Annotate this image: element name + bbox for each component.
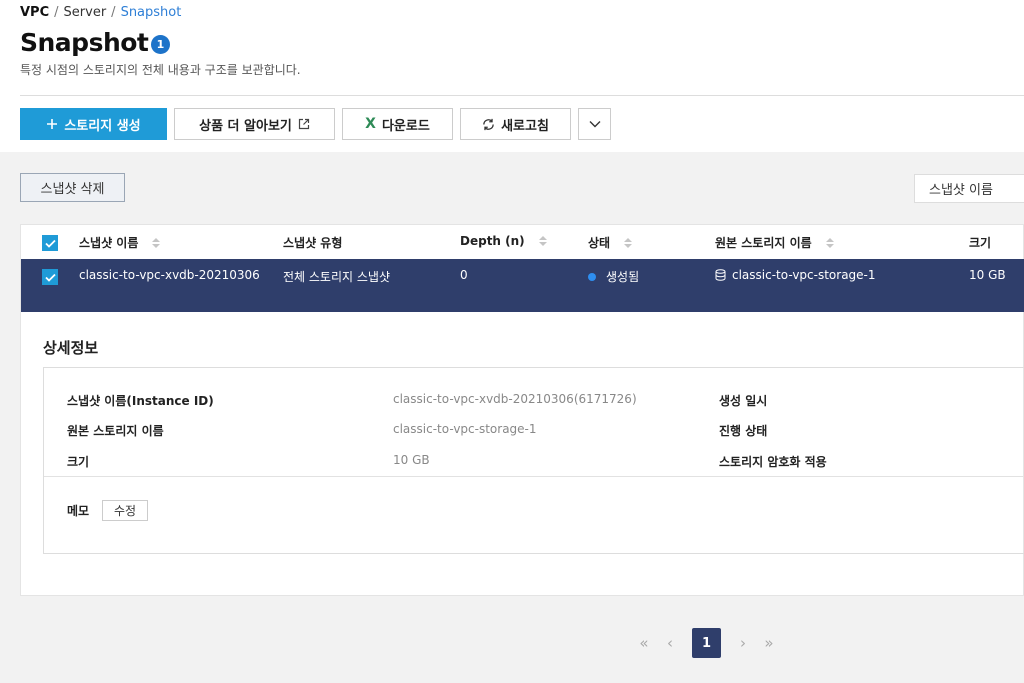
page-title: Snapshot — [20, 28, 149, 57]
column-header-type: 스냅샷 유형 — [283, 234, 342, 251]
check-icon — [44, 239, 56, 248]
column-header-name[interactable]: 스냅샷 이름 — [79, 234, 161, 251]
check-icon — [44, 273, 56, 282]
column-status-label: 상태 — [588, 236, 611, 250]
breadcrumb-vpc[interactable]: VPC — [20, 5, 49, 20]
toolbar: 스토리지 생성 상품 더 알아보기 X 다운로드 새로고침 — [20, 108, 611, 140]
column-size-label: 크기 — [969, 236, 992, 250]
breadcrumb-separator: / — [111, 5, 116, 20]
cell-status: 생성됨 — [588, 268, 639, 285]
page-subtitle: 특정 시점의 스토리지의 전체 내용과 구조를 보관합니다. — [20, 63, 301, 77]
plus-icon — [47, 119, 58, 129]
status-text: 생성됨 — [606, 270, 640, 284]
prev-page-icon[interactable]: ‹ — [657, 628, 683, 658]
breadcrumb-separator: / — [54, 5, 59, 20]
detail-source-label: 원본 스토리지 이름 — [67, 424, 164, 438]
refresh-icon — [483, 118, 494, 130]
column-source-label: 원본 스토리지 이름 — [715, 236, 812, 250]
detail-divider — [44, 476, 1024, 477]
cell-name: classic-to-vpc-xvdb-20210306 — [79, 268, 260, 282]
table-header: 스냅샷 이름 스냅샷 유형 Depth (n) 상태 원본 스토리지 이름 크기 — [21, 225, 1024, 259]
first-page-icon[interactable]: « — [631, 628, 657, 658]
select-all-checkbox[interactable] — [42, 235, 58, 251]
page-number-current[interactable]: 1 — [692, 628, 721, 658]
column-header-source[interactable]: 원본 스토리지 이름 — [715, 234, 834, 251]
last-page-icon[interactable]: » — [756, 628, 782, 658]
delete-snapshot-button[interactable]: 스냅샷 삭제 — [20, 173, 125, 202]
divider — [20, 95, 1024, 96]
learn-more-label: 상품 더 알아보기 — [199, 118, 292, 134]
column-header-size: 크기 — [969, 234, 991, 251]
external-link-icon — [298, 118, 309, 130]
sort-icon — [624, 237, 633, 248]
pagination: « ‹ 1 › » — [631, 628, 782, 658]
source-storage-text: classic-to-vpc-storage-1 — [732, 268, 876, 282]
cell-size: 10 GB — [969, 268, 1006, 282]
column-name-label: 스냅샷 이름 — [79, 236, 139, 250]
column-depth-label: Depth (n) — [460, 234, 525, 248]
database-icon — [715, 269, 726, 281]
detail-title: 상세정보 — [43, 339, 99, 357]
create-storage-label: 스토리지 생성 — [64, 118, 141, 134]
download-button[interactable]: X 다운로드 — [342, 108, 453, 140]
cell-source: classic-to-vpc-storage-1 — [715, 268, 876, 282]
header-area: VPC / Server / Snapshot Snapshot 1 특정 시점의 … — [0, 0, 1024, 152]
sort-icon — [825, 237, 834, 248]
create-storage-button[interactable]: 스토리지 생성 — [20, 108, 167, 140]
refresh-label: 새로고침 — [501, 118, 549, 134]
row-checkbox[interactable] — [42, 269, 58, 285]
detail-encryption-label: 스토리지 암호화 적용 — [719, 455, 827, 469]
download-label: 다운로드 — [381, 118, 430, 134]
status-dot-icon — [588, 272, 596, 281]
cell-type: 전체 스토리지 스냅샷 — [283, 270, 390, 284]
detail-panel: 스냅샷 이름(Instance ID) classic-to-vpc-xvdb-… — [43, 367, 1024, 554]
learn-more-button[interactable]: 상품 더 알아보기 — [174, 108, 335, 140]
detail-size-label: 크기 — [67, 455, 90, 469]
column-header-depth[interactable]: Depth (n) — [460, 234, 547, 248]
more-options-button[interactable] — [578, 108, 611, 140]
cell-depth: 0 — [460, 268, 468, 282]
sort-icon — [538, 236, 547, 246]
detail-name-value: classic-to-vpc-xvdb-20210306(6171726) — [393, 392, 637, 406]
detail-size-value: 10 GB — [393, 453, 430, 467]
breadcrumb: VPC / Server / Snapshot — [20, 5, 181, 20]
breadcrumb-server[interactable]: Server — [64, 5, 107, 20]
detail-source-value: classic-to-vpc-storage-1 — [393, 422, 537, 436]
sort-icon — [152, 237, 161, 248]
chevron-down-icon — [589, 121, 600, 128]
table-row[interactable]: classic-to-vpc-xvdb-20210306 전체 스토리지 스냅샷… — [21, 259, 1024, 312]
detail-name-label: 스냅샷 이름(Instance ID) — [67, 394, 214, 408]
detail-progress-label: 진행 상태 — [719, 424, 768, 438]
count-badge: 1 — [151, 35, 170, 54]
column-type-label: 스냅샷 유형 — [283, 236, 343, 250]
memo-edit-button[interactable]: 수정 — [102, 500, 148, 521]
excel-icon: X — [365, 116, 376, 132]
detail-created-label: 생성 일시 — [719, 394, 768, 408]
breadcrumb-current[interactable]: Snapshot — [121, 5, 182, 20]
snapshot-table: 스냅샷 이름 스냅샷 유형 Depth (n) 상태 원본 스토리지 이름 크기… — [20, 224, 1024, 596]
column-header-status[interactable]: 상태 — [588, 234, 633, 251]
next-page-icon[interactable]: › — [730, 628, 756, 658]
search-filter-select[interactable]: 스냅샷 이름 — [914, 174, 1024, 203]
refresh-button[interactable]: 새로고침 — [460, 108, 571, 140]
memo-label: 메모 — [67, 504, 90, 518]
